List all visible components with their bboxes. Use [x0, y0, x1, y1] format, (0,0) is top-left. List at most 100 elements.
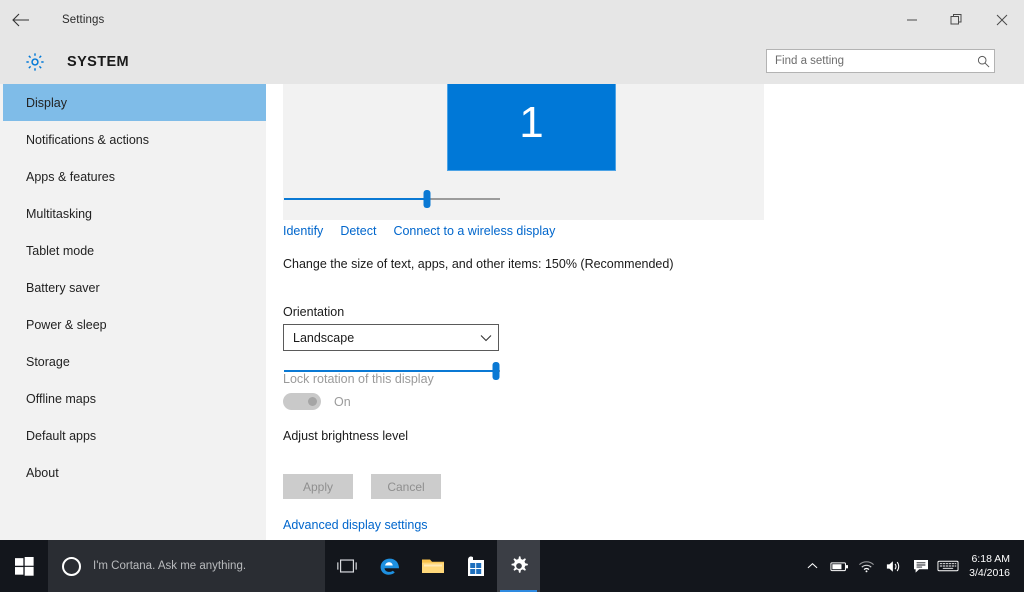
volume-button[interactable]: [880, 540, 907, 592]
cortana-search-box[interactable]: I'm Cortana. Ask me anything.: [48, 540, 325, 592]
settings-window: Settings SYSTEM Find a setting Display N…: [0, 0, 1024, 592]
sidebar-item-multitasking[interactable]: Multitasking: [0, 195, 266, 232]
window-title: Settings: [62, 13, 105, 26]
cortana-placeholder: I'm Cortana. Ask me anything.: [93, 560, 247, 572]
action-buttons: Apply Cancel: [283, 474, 441, 499]
chevron-down-icon: [474, 334, 498, 342]
sidebar-item-label: Apps & features: [26, 169, 115, 184]
wifi-icon: [859, 560, 875, 572]
search-input[interactable]: [767, 55, 972, 67]
brightness-label: Adjust brightness level: [283, 429, 409, 443]
sidebar-item-label: Power & sleep: [26, 317, 107, 332]
apply-button[interactable]: Apply: [283, 474, 353, 499]
file-explorer-icon: [421, 559, 444, 573]
system-tray: 6:18 AM 3/4/2016: [799, 540, 1024, 592]
toggle-knob: [308, 397, 317, 406]
system-header: SYSTEM: [0, 39, 1024, 84]
lock-rotation-label: Lock rotation of this display: [283, 372, 434, 386]
sidebar-item-power-sleep[interactable]: Power & sleep: [0, 306, 266, 343]
lock-rotation-state: On: [334, 394, 351, 409]
sidebar-item-label: Multitasking: [26, 206, 92, 221]
back-button[interactable]: [0, 0, 42, 39]
wifi-button[interactable]: [853, 540, 880, 592]
sidebar-item-apps-features[interactable]: Apps & features: [0, 158, 266, 195]
title-bar: Settings: [0, 0, 1024, 39]
page-title: SYSTEM: [67, 53, 130, 70]
display-action-links: Identify Detect Connect to a wireless di…: [283, 224, 555, 238]
slider-fill: [284, 198, 427, 200]
edge-browser-icon: [380, 558, 399, 575]
restore-icon: [950, 14, 962, 25]
back-arrow-icon: [12, 13, 29, 26]
detect-link[interactable]: Detect: [340, 224, 376, 238]
settings-taskbar-button[interactable]: [497, 540, 540, 592]
close-icon: [996, 14, 1007, 25]
sidebar: Display Notifications & actions Apps & f…: [0, 84, 266, 540]
taskbar: I'm Cortana. Ask me anything. 6:18 AM 3/…: [0, 540, 1024, 592]
sidebar-item-label: Storage: [26, 354, 70, 369]
close-button[interactable]: [979, 0, 1024, 39]
connect-wireless-display-link[interactable]: Connect to a wireless display: [393, 224, 555, 238]
file-explorer-button[interactable]: [411, 540, 454, 592]
window-controls: [889, 0, 1024, 39]
sidebar-item-storage[interactable]: Storage: [0, 343, 266, 380]
cancel-button[interactable]: Cancel: [371, 474, 441, 499]
sidebar-item-label: Notifications & actions: [26, 132, 149, 147]
chevron-up-button[interactable]: [799, 540, 826, 592]
sidebar-item-label: Tablet mode: [26, 243, 95, 258]
battery-button[interactable]: [826, 540, 853, 592]
identify-link[interactable]: Identify: [283, 224, 323, 238]
clock-date: 3/4/2016: [969, 567, 1010, 579]
sidebar-item-label: Battery saver: [26, 280, 100, 295]
windows-start-icon: [14, 556, 34, 576]
chevron-up-icon: [807, 563, 818, 569]
advanced-display-settings-link[interactable]: Advanced display settings: [283, 518, 428, 532]
store-icon: [467, 556, 484, 576]
search-box[interactable]: [766, 49, 995, 73]
orientation-dropdown[interactable]: Landscape: [283, 324, 499, 351]
monitor-number: 1: [519, 98, 544, 147]
orientation-value: Landscape: [293, 330, 355, 345]
scale-slider[interactable]: [284, 188, 500, 210]
sidebar-item-tablet-mode[interactable]: Tablet mode: [0, 232, 266, 269]
main-content: 1 Identify Detect Connect to a wireless …: [266, 84, 1024, 540]
sidebar-item-about[interactable]: About: [0, 454, 266, 491]
slider-thumb[interactable]: [492, 362, 500, 380]
task-view-button[interactable]: [325, 540, 368, 592]
sidebar-item-label: Offline maps: [26, 391, 96, 406]
store-button[interactable]: [454, 540, 497, 592]
action-center-button[interactable]: [907, 540, 934, 592]
scale-label: Change the size of text, apps, and other…: [283, 257, 674, 271]
volume-icon: [886, 560, 899, 572]
sidebar-item-label: Default apps: [26, 428, 97, 443]
sidebar-item-notifications-actions[interactable]: Notifications & actions: [0, 121, 266, 158]
gear-icon: [24, 51, 46, 73]
battery-icon: [830, 561, 848, 571]
taskbar-app-icons: [325, 540, 540, 592]
settings-gear-icon: [511, 556, 528, 573]
sidebar-item-display[interactable]: Display: [0, 84, 266, 121]
lock-rotation-toggle[interactable]: [283, 393, 321, 410]
minimize-button[interactable]: [889, 0, 934, 39]
sidebar-item-label: Display: [26, 95, 67, 110]
sidebar-item-offline-maps[interactable]: Offline maps: [0, 380, 266, 417]
lock-rotation-toggle-row: On: [283, 393, 351, 410]
task-view-icon: [336, 559, 357, 573]
cortana-circle-icon: [62, 556, 81, 576]
sidebar-item-default-apps[interactable]: Default apps: [0, 417, 266, 454]
action-center-icon: [913, 559, 928, 573]
keyboard-icon: [937, 560, 959, 572]
sidebar-item-label: About: [26, 465, 59, 480]
clock-time: 6:18 AM: [971, 553, 1010, 565]
monitor-1[interactable]: 1: [447, 84, 616, 171]
start-button[interactable]: [0, 540, 48, 592]
taskbar-clock[interactable]: 6:18 AM 3/4/2016: [969, 552, 1010, 580]
restore-button[interactable]: [934, 0, 979, 39]
search-icon: [972, 50, 994, 72]
orientation-label: Orientation: [283, 305, 345, 319]
slider-thumb[interactable]: [423, 190, 431, 208]
minimize-icon: [906, 19, 917, 20]
keyboard-button[interactable]: [934, 540, 961, 592]
sidebar-item-battery-saver[interactable]: Battery saver: [0, 269, 266, 306]
edge-browser-button[interactable]: [368, 540, 411, 592]
